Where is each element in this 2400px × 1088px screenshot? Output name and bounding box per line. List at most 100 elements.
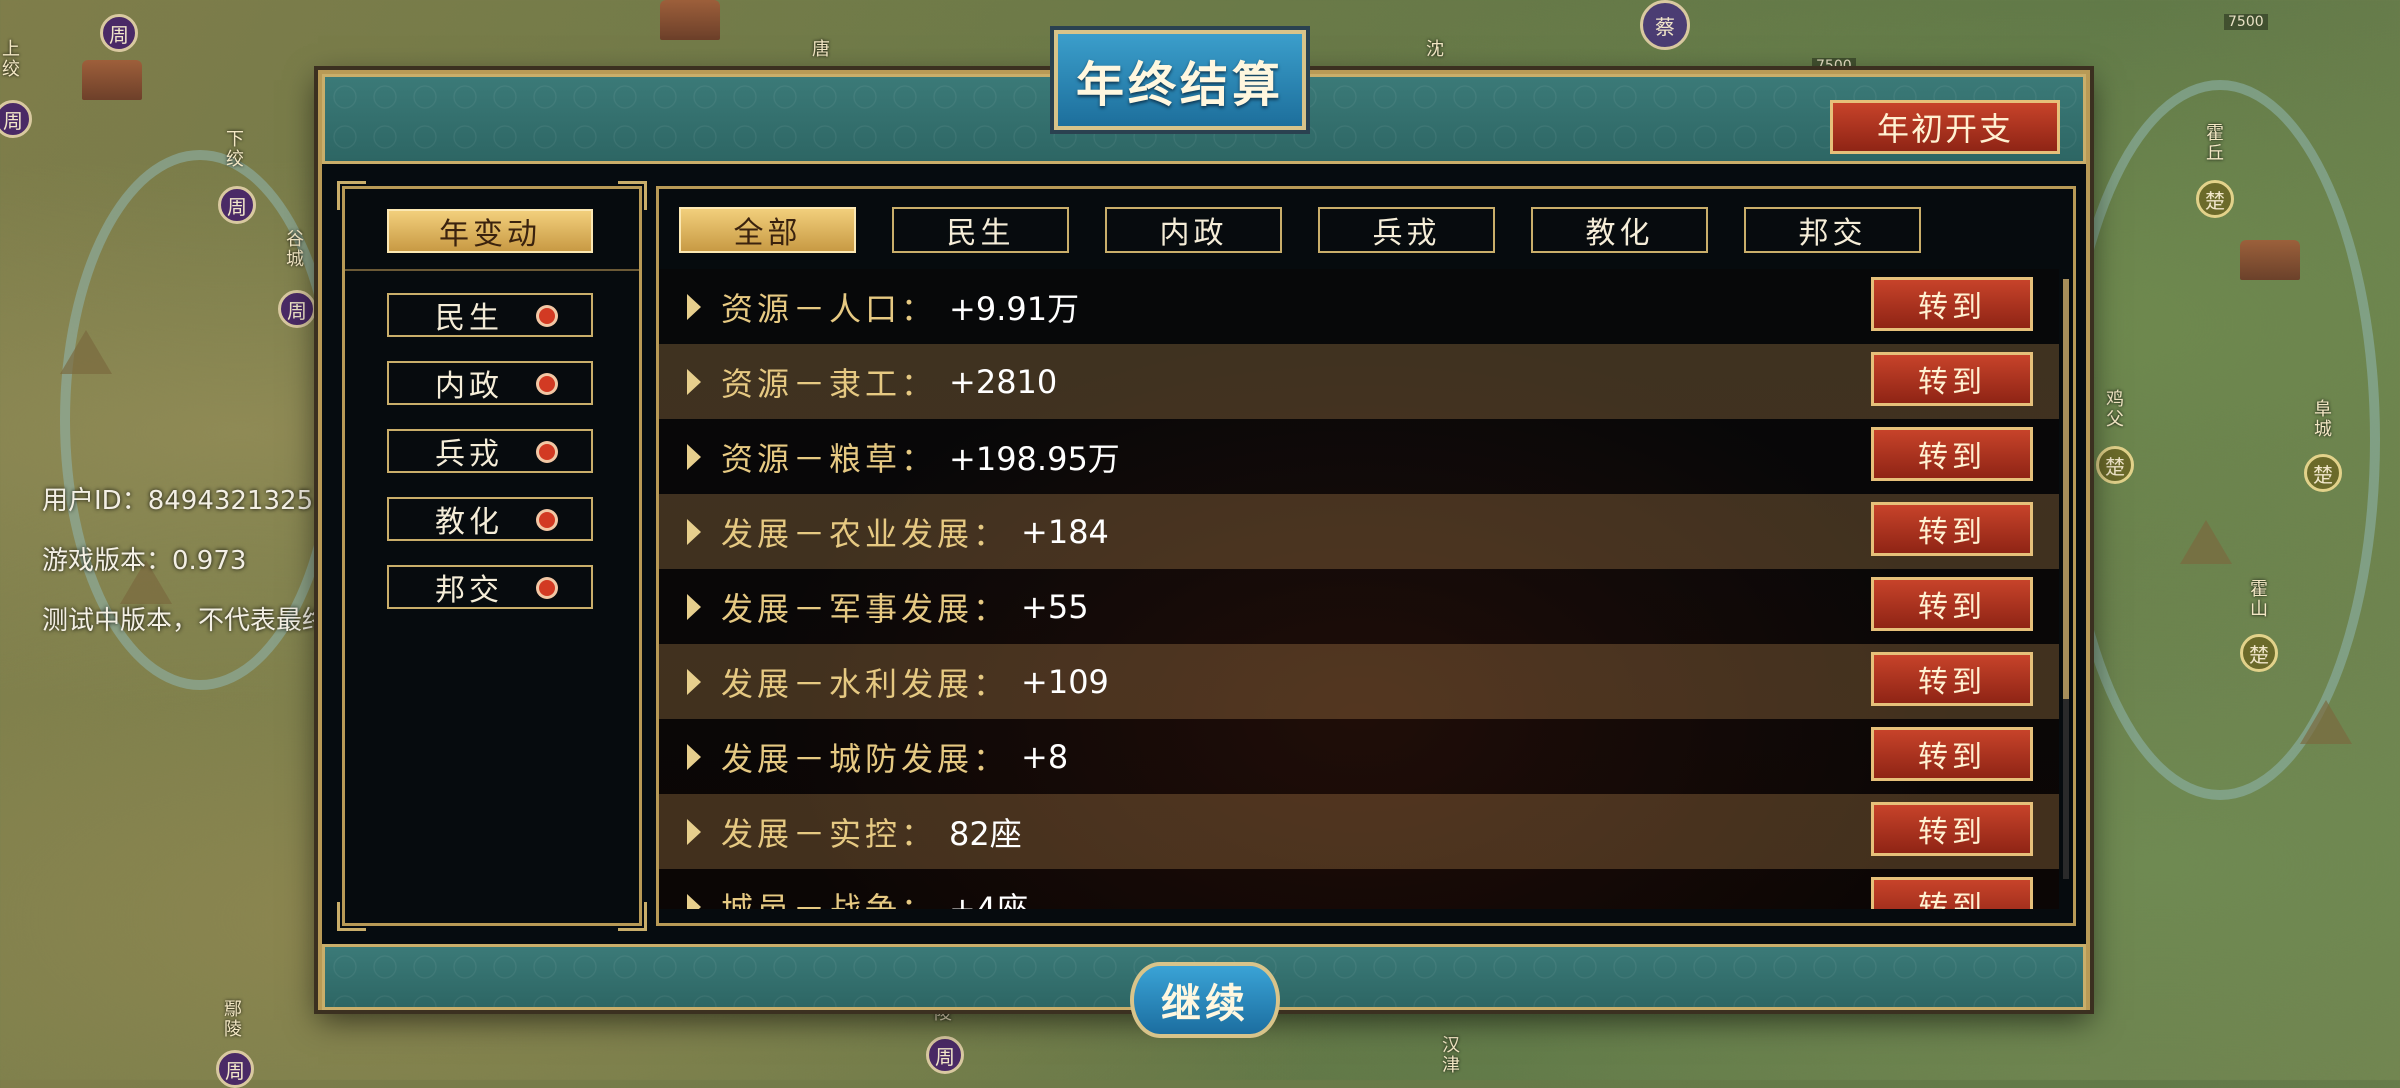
tab-all[interactable]: 全部 bbox=[679, 207, 856, 253]
year-end-settlement-dialog: 年终结算 年初开支 年变动 民生 内政 兵戎 教化 邦交 全部 民生 内政 兵戎… bbox=[318, 30, 2090, 1038]
map-place-label: 唐 bbox=[812, 39, 830, 60]
map-city-marker[interactable]: 周 bbox=[926, 1036, 964, 1074]
item-value: +8 bbox=[1021, 737, 1069, 776]
map-city-marker[interactable]: 蔡 bbox=[1640, 0, 1690, 50]
goto-button[interactable]: 转到 bbox=[1871, 502, 2033, 556]
goto-button[interactable]: 转到 bbox=[1871, 577, 2033, 631]
goto-button[interactable]: 转到 bbox=[1871, 802, 2033, 856]
sidebar-item-livelihood[interactable]: 民生 bbox=[387, 293, 593, 337]
sidebar-item-label: 邦交 bbox=[435, 573, 503, 608]
map-city-marker[interactable]: 楚 bbox=[2304, 454, 2342, 492]
category-sidebar: 年变动 民生 内政 兵戎 教化 邦交 bbox=[337, 181, 647, 931]
item-value: +4座 bbox=[949, 889, 1029, 910]
building-icon[interactable] bbox=[82, 60, 142, 100]
map-city-marker[interactable]: 楚 bbox=[2096, 446, 2134, 484]
sidebar-item-diplomacy[interactable]: 邦交 bbox=[387, 565, 593, 609]
map-city-marker[interactable]: 周 bbox=[278, 290, 316, 328]
expand-arrow-icon[interactable] bbox=[687, 893, 701, 909]
expand-arrow-icon[interactable] bbox=[687, 443, 701, 470]
map-number-label: 7500 bbox=[2224, 14, 2268, 30]
list-item[interactable]: 城邑－战争： +4座 转到 bbox=[659, 869, 2059, 909]
tab-diplomacy[interactable]: 邦交 bbox=[1744, 207, 1921, 253]
map-place-label: 鸡父 bbox=[2106, 389, 2124, 430]
list-item[interactable]: 发展－农业发展： +184 转到 bbox=[659, 494, 2059, 569]
tab-internal-affairs[interactable]: 内政 bbox=[1105, 207, 1282, 253]
map-place-label: 下绞 bbox=[226, 129, 244, 170]
item-value: +55 bbox=[1021, 587, 1089, 626]
map-city-marker[interactable]: 周 bbox=[0, 100, 32, 138]
corner-ornament bbox=[337, 181, 366, 210]
expand-arrow-icon[interactable] bbox=[687, 368, 701, 395]
expand-arrow-icon[interactable] bbox=[687, 743, 701, 770]
category-tabs: 全部 民生 内政 兵戎 教化 邦交 bbox=[679, 207, 1921, 253]
sidebar-item-label: 教化 bbox=[435, 505, 503, 540]
map-place-label: 沈 bbox=[1426, 39, 1444, 60]
map-city-marker[interactable]: 楚 bbox=[2196, 180, 2234, 218]
tab-military[interactable]: 兵戎 bbox=[1318, 207, 1495, 253]
change-list[interactable]: 资源－人口： +9.91万 转到 资源－隶工： +2810 转到 资源－粮草： … bbox=[659, 269, 2059, 909]
tab-livelihood[interactable]: 民生 bbox=[892, 207, 1069, 253]
notification-dot-icon bbox=[539, 580, 555, 596]
sidebar-item-label: 兵戎 bbox=[435, 437, 503, 472]
sidebar-item-internal-affairs[interactable]: 内政 bbox=[387, 361, 593, 405]
goto-button[interactable]: 转到 bbox=[1871, 877, 2033, 909]
map-city-marker[interactable]: 周 bbox=[216, 1050, 254, 1088]
map-place-label: 汉津 bbox=[1442, 1035, 1460, 1076]
year-start-expense-button[interactable]: 年初开支 bbox=[1830, 100, 2060, 154]
list-item[interactable]: 发展－城防发展： +8 转到 bbox=[659, 719, 2059, 794]
expand-arrow-icon[interactable] bbox=[687, 593, 701, 620]
sidebar-item-label: 内政 bbox=[435, 369, 503, 404]
item-value: 82座 bbox=[949, 814, 1022, 853]
goto-button[interactable]: 转到 bbox=[1871, 427, 2033, 481]
sidebar-item-label: 民生 bbox=[435, 301, 503, 336]
list-scrollbar[interactable] bbox=[2063, 279, 2069, 879]
item-label: 资源－人口： bbox=[721, 289, 938, 328]
item-value: +198.95万 bbox=[949, 439, 1120, 478]
item-label: 发展－农业发展： bbox=[721, 514, 1010, 553]
continue-button[interactable]: 继续 bbox=[1130, 962, 1280, 1038]
sidebar-header-year-changes[interactable]: 年变动 bbox=[387, 209, 593, 253]
building-icon[interactable] bbox=[2240, 240, 2300, 280]
sidebar-item-culture[interactable]: 教化 bbox=[387, 497, 593, 541]
goto-button[interactable]: 转到 bbox=[1871, 727, 2033, 781]
expand-arrow-icon[interactable] bbox=[687, 668, 701, 695]
expand-arrow-icon[interactable] bbox=[687, 518, 701, 545]
notification-dot-icon bbox=[539, 376, 555, 392]
corner-ornament bbox=[618, 902, 647, 931]
map-city-marker[interactable]: 楚 bbox=[2240, 634, 2278, 672]
expand-arrow-icon[interactable] bbox=[687, 818, 701, 845]
notification-dot-icon bbox=[539, 444, 555, 460]
item-value: +109 bbox=[1021, 662, 1109, 701]
list-item[interactable]: 发展－军事发展： +55 转到 bbox=[659, 569, 2059, 644]
corner-ornament bbox=[337, 902, 366, 931]
sidebar-item-military[interactable]: 兵戎 bbox=[387, 429, 593, 473]
list-item[interactable]: 资源－隶工： +2810 转到 bbox=[659, 344, 2059, 419]
map-place-label: 谷城 bbox=[286, 229, 304, 270]
corner-ornament bbox=[659, 189, 680, 210]
list-item[interactable]: 资源－人口： +9.91万 转到 bbox=[659, 269, 2059, 344]
tab-culture[interactable]: 教化 bbox=[1531, 207, 1708, 253]
dialog-title: 年终结算 bbox=[1054, 30, 1306, 130]
item-label: 发展－水利发展： bbox=[721, 664, 1010, 703]
goto-button[interactable]: 转到 bbox=[1871, 652, 2033, 706]
notification-dot-icon bbox=[539, 308, 555, 324]
mountain-icon bbox=[60, 330, 112, 374]
expand-arrow-icon[interactable] bbox=[687, 293, 701, 320]
map-city-marker[interactable]: 周 bbox=[100, 14, 138, 52]
item-label: 资源－隶工： bbox=[721, 364, 938, 403]
goto-button[interactable]: 转到 bbox=[1871, 352, 2033, 406]
map-place-label: 霍山 bbox=[2250, 579, 2268, 620]
list-item[interactable]: 发展－水利发展： +109 转到 bbox=[659, 644, 2059, 719]
scrollbar-thumb[interactable] bbox=[2063, 279, 2069, 699]
item-value: +2810 bbox=[949, 362, 1058, 401]
goto-button[interactable]: 转到 bbox=[1871, 277, 2033, 331]
building-icon[interactable] bbox=[660, 0, 720, 40]
item-label: 发展－实控： bbox=[721, 814, 938, 853]
item-value: +9.91万 bbox=[949, 289, 1080, 328]
list-item[interactable]: 发展－实控： 82座 转到 bbox=[659, 794, 2059, 869]
map-place-label: 霍丘 bbox=[2206, 123, 2224, 164]
change-list-panel: 全部 民生 内政 兵戎 教化 邦交 资源－人口： +9.91万 转到 资源－隶工… bbox=[656, 186, 2076, 926]
map-city-marker[interactable]: 周 bbox=[218, 186, 256, 224]
divider bbox=[345, 269, 639, 271]
list-item[interactable]: 资源－粮草： +198.95万 转到 bbox=[659, 419, 2059, 494]
